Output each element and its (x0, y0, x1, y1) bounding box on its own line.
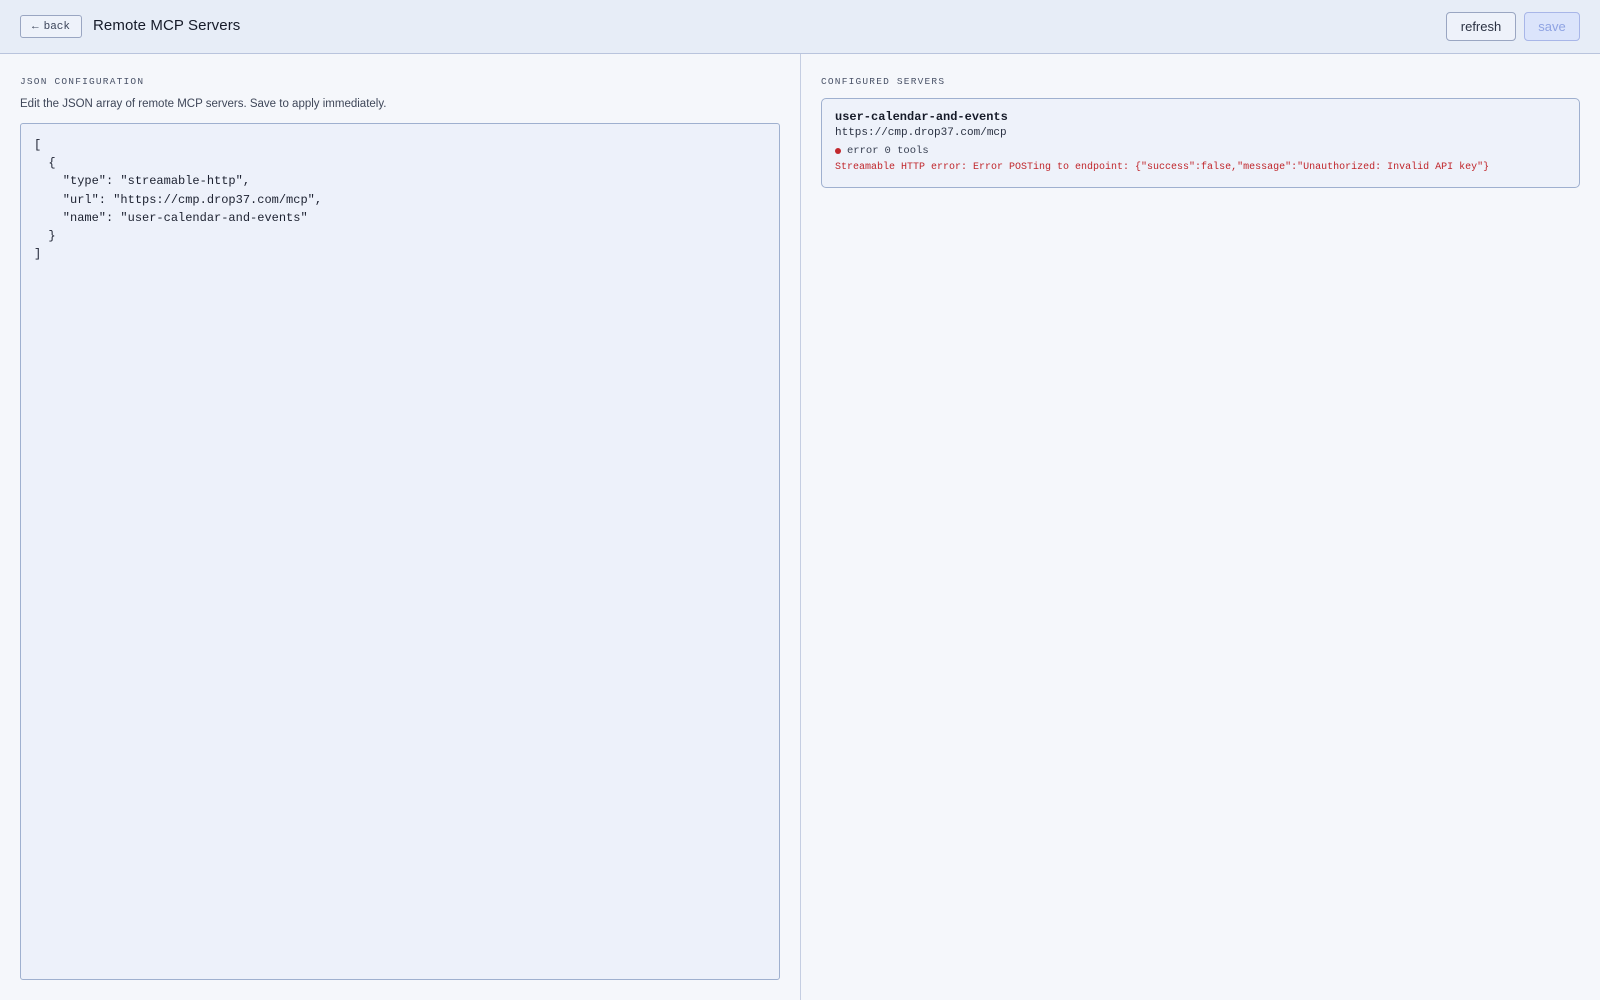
arrow-left-icon: ← (31, 20, 39, 33)
server-error-message: Streamable HTTP error: Error POSTing to … (835, 162, 1490, 173)
status-dot-icon (835, 148, 841, 154)
server-card: user-calendar-and-events https://cmp.dro… (821, 98, 1580, 188)
server-status-row: error 0 tools (835, 145, 929, 157)
page-title: Remote MCP Servers (93, 17, 241, 34)
back-button-label: back (43, 20, 70, 33)
refresh-button[interactable]: refresh (1446, 12, 1516, 41)
server-url: https://cmp.drop37.com/mcp (835, 127, 1007, 139)
server-tool-count: 0 tools (884, 145, 929, 157)
configured-servers-section-label: CONFIGURED SERVERS (821, 76, 946, 87)
json-config-section-label: JSON CONFIGURATION (20, 76, 145, 87)
save-button[interactable]: save (1524, 12, 1580, 41)
panel-divider (800, 54, 801, 1000)
json-config-editor[interactable] (20, 123, 780, 980)
header-bar: ← back Remote MCP Servers refresh save (0, 0, 1600, 54)
server-name: user-calendar-and-events (835, 110, 1008, 124)
server-status: error (847, 145, 879, 157)
back-button[interactable]: ← back (20, 15, 82, 38)
editor-help-text: Edit the JSON array of remote MCP server… (20, 98, 387, 110)
